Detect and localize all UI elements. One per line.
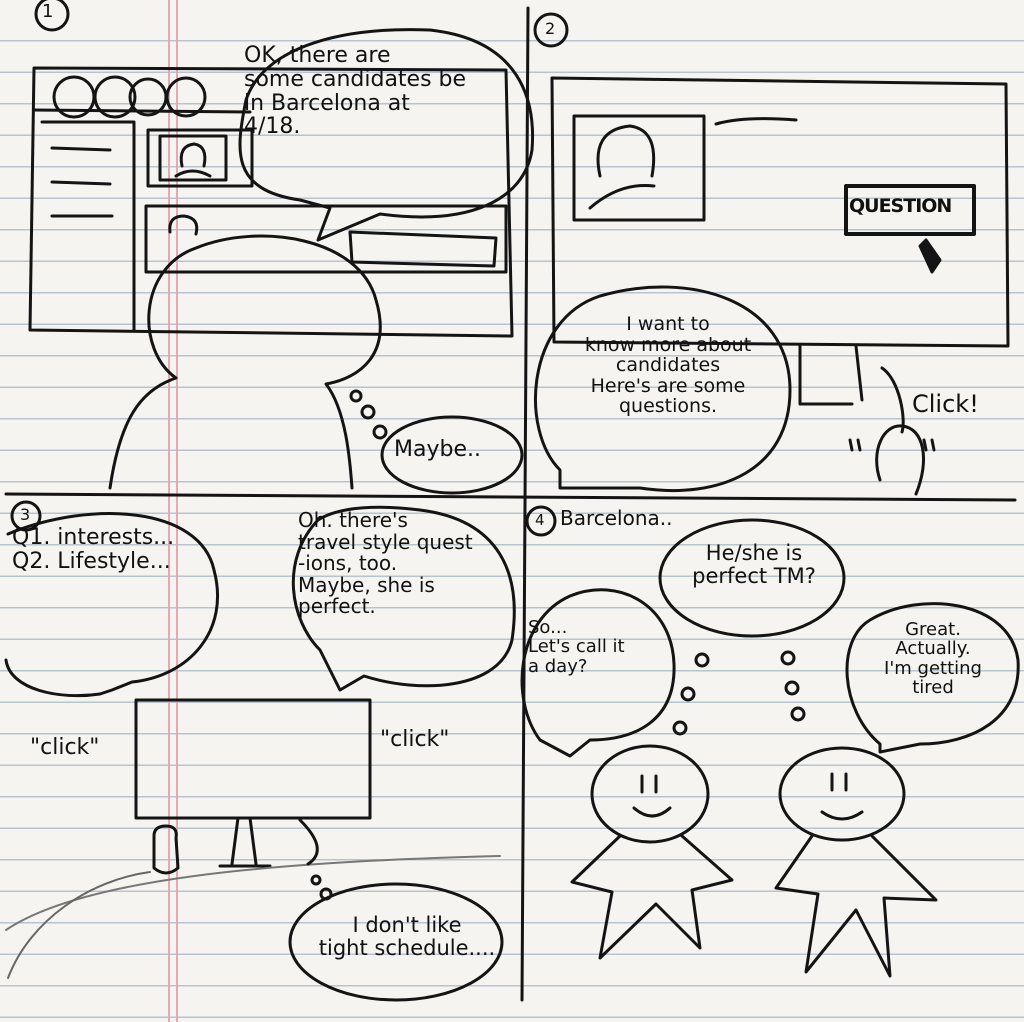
panel-number: 1 [42,1,54,22]
panel1-person [108,234,382,490]
panel2-mouse [875,366,925,496]
panel4-right-speech-text: Great. Actually. I'm getting tired [884,619,982,699]
panel4-thought-text: He/she is perfect TM? [692,541,816,588]
panel4-right-person [774,746,938,978]
panel-divider-vertical [520,6,530,1002]
panel-number: 3 [20,505,31,524]
panel1-thought-text: Maybe.. [394,437,481,462]
panel4-left-person [570,744,734,960]
panel4-left-speech-text: So... Let's call it a day? [528,617,625,677]
panel1-speech-text: OK, there are some candidates be in Barc… [244,43,467,140]
click-sound-left: "click" [30,735,100,760]
panel-divider-horizontal [4,492,1017,502]
panel3-questions-text: Q1. interests... Q2. Lifestyle... [12,525,175,574]
click-sound-right: "click" [380,727,450,752]
panel-number: 2 [545,19,556,38]
panel3-mouse [152,824,180,875]
panel-number: 4 [535,511,545,529]
question-button[interactable]: QUESTION [849,196,952,217]
panel2-speech-text: I want to know more about candidates Her… [584,313,752,418]
panel3-thought-text: I don't like tight schedule.... [318,913,496,960]
panel4-title: Barcelona.. [560,506,673,530]
click-sound: Click! [912,390,979,418]
panel3-speech-text: Oh. there's travel style quest -ions, to… [298,508,473,619]
panel3-monitor [134,698,372,820]
